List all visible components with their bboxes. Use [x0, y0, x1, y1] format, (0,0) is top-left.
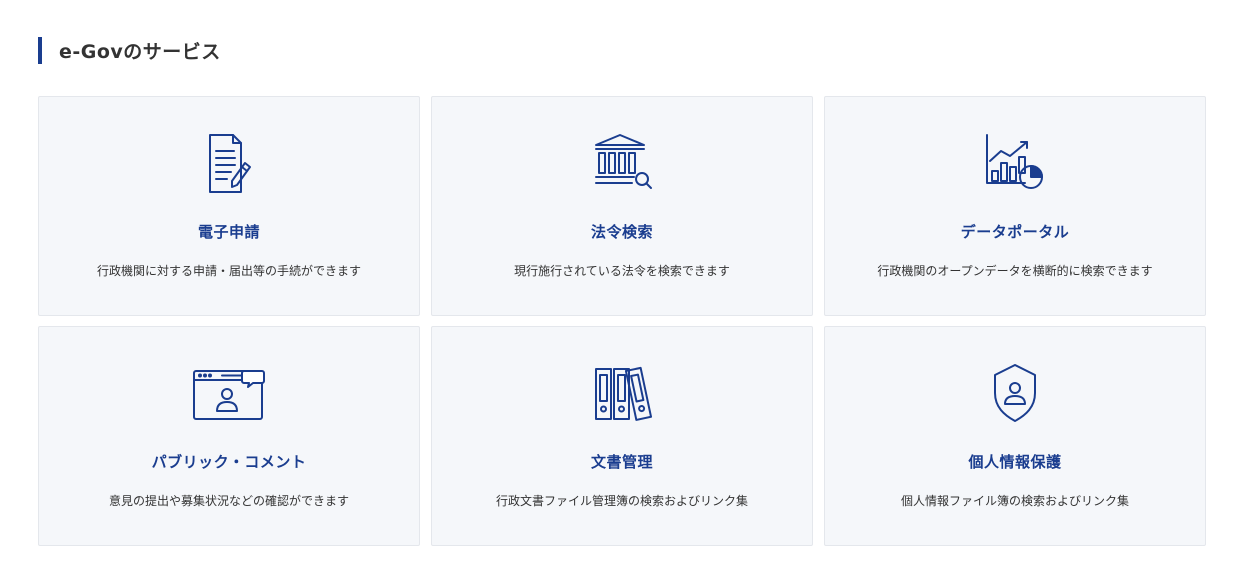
service-card-electronic-application[interactable]: 電子申請 行政機関に対する申請・届出等の手続ができます	[38, 96, 420, 316]
card-title: データポータル	[960, 223, 1070, 241]
section-header: e-Govのサービス	[38, 37, 221, 64]
card-title: 法令検索	[590, 223, 653, 241]
service-card-public-comment[interactable]: パブリック・コメント 意見の提出や募集状況などの確認ができます	[38, 326, 420, 546]
browser-comment-user-icon	[189, 359, 269, 431]
service-grid: 電子申請 行政機関に対する申請・届出等の手続ができます 法令検索 現行施行されて…	[38, 96, 1206, 546]
card-description: 個人情報ファイル簿の検索およびリンク集	[900, 494, 1129, 508]
government-building-search-icon	[582, 129, 662, 201]
service-card-document-management[interactable]: 文書管理 行政文書ファイル管理簿の検索およびリンク集	[431, 326, 813, 546]
service-card-data-portal[interactable]: データポータル 行政機関のオープンデータを横断的に検索できます	[824, 96, 1206, 316]
card-description: 行政機関のオープンデータを横断的に検索できます	[877, 264, 1153, 278]
card-description: 行政文書ファイル管理簿の検索およびリンク集	[495, 494, 748, 508]
card-title: 電子申請	[197, 223, 260, 241]
card-description: 現行施行されている法令を検索できます	[514, 264, 730, 278]
binders-icon	[582, 359, 662, 431]
shield-user-icon	[975, 359, 1055, 431]
card-title: 個人情報保護	[968, 453, 1062, 471]
service-card-personal-info-protection[interactable]: 個人情報保護 個人情報ファイル簿の検索およびリンク集	[824, 326, 1206, 546]
card-description: 意見の提出や募集状況などの確認ができます	[108, 494, 349, 508]
section-title: e-Govのサービス	[59, 41, 221, 63]
section-accent-bar	[38, 37, 42, 64]
chart-growth-icon	[975, 129, 1055, 201]
service-card-law-search[interactable]: 法令検索 現行施行されている法令を検索できます	[431, 96, 813, 316]
document-pen-icon	[189, 129, 269, 201]
card-title: パブリック・コメント	[151, 453, 307, 471]
card-description: 行政機関に対する申請・届出等の手続ができます	[96, 264, 361, 278]
card-title: 文書管理	[590, 453, 653, 471]
